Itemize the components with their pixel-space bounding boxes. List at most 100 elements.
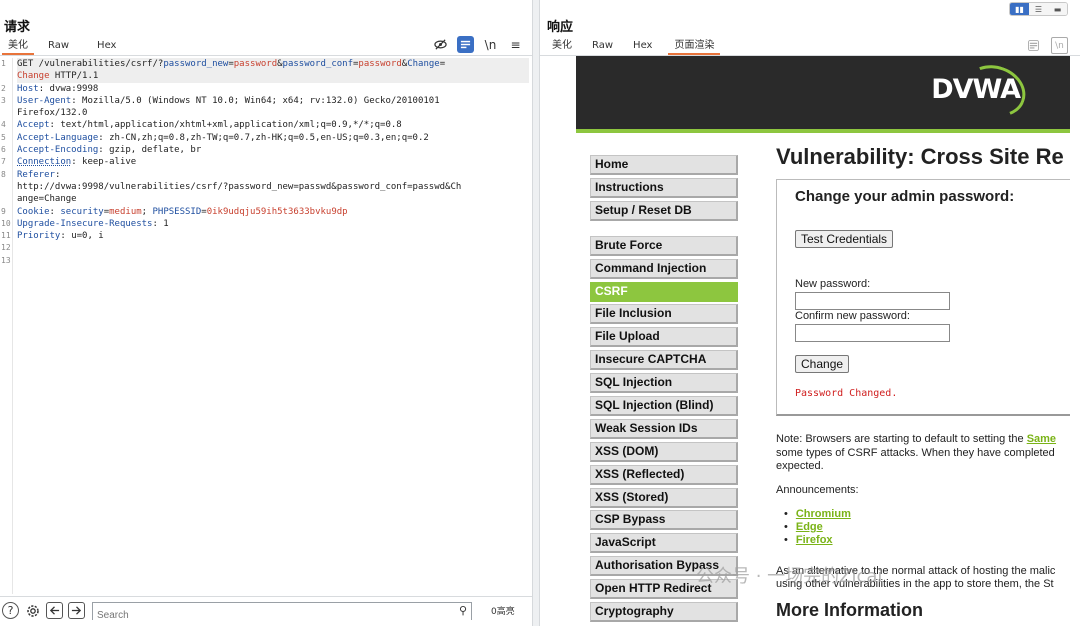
newline-toggle-icon[interactable]: \n xyxy=(1051,37,1068,54)
tab-raw[interactable]: Raw xyxy=(586,38,619,55)
code-token: Host xyxy=(17,83,39,94)
code-line[interactable]: Accept-Encoding: gzip, deflate, br xyxy=(17,144,529,156)
code-line[interactable]: Change HTTP/1.1 xyxy=(17,70,529,83)
menu-item-setup-reset-db[interactable]: Setup / Reset DB xyxy=(590,200,738,221)
layout-rows-button[interactable]: ☰ xyxy=(1029,3,1048,15)
menu-item-javascript[interactable]: JavaScript xyxy=(590,533,738,554)
chromium-link[interactable]: Chromium xyxy=(796,508,851,520)
settings-gear-icon[interactable] xyxy=(24,602,41,619)
code-token: : Mozilla/5.0 (Windows NT 10.0; Win64; x… xyxy=(71,95,440,106)
code-line[interactable]: User-Agent: Mozilla/5.0 (Windows NT 10.0… xyxy=(17,95,529,107)
code-token: : zh-CN,zh;q=0.8,zh-TW;q=0.7,zh-HK;q=0.5… xyxy=(98,132,429,143)
request-editor[interactable]: 1 2 3 4 5 6 7 8 9 10 11 12 13 GET /vulnerabilities/c… xyxy=(0,58,532,594)
code-token: GET /vulnerabilities/csrf/? xyxy=(17,59,164,69)
announcements-heading: Announcements: xyxy=(776,484,859,496)
menu-item-cryptography[interactable]: Cryptography xyxy=(590,602,738,623)
menu-item-home[interactable]: Home xyxy=(590,155,738,175)
forward-arrow-icon[interactable] xyxy=(68,602,85,619)
menu-item-xss-dom[interactable]: XSS (DOM) xyxy=(590,441,738,462)
menu-item-sql-injection-blind[interactable]: SQL Injection (Blind) xyxy=(590,396,738,417)
menu-item-xss-stored[interactable]: XSS (Stored) xyxy=(590,487,738,508)
tab-render[interactable]: 页面渲染 xyxy=(668,38,721,55)
menu-item-file-inclusion[interactable]: File Inclusion xyxy=(590,304,738,325)
code-line[interactable]: GET /vulnerabilities/csrf/?password_new =… xyxy=(17,58,529,71)
page-title: Vulnerability: Cross Site Re xyxy=(776,144,1064,169)
line-number: 8 xyxy=(1,169,6,179)
change-password-box: Change your admin password: Test Credent… xyxy=(776,179,1070,416)
pretty-print-icon[interactable] xyxy=(457,36,474,53)
announcement-links: Chromium Edge Firefox xyxy=(784,508,851,547)
change-button[interactable]: Change xyxy=(795,355,850,373)
tab-hex[interactable]: Hex xyxy=(91,38,122,55)
code-token: Change xyxy=(17,71,50,82)
rendered-page: DVWA Home Instructions Setup / Reset DB Bru… xyxy=(576,56,1070,626)
tab-raw[interactable]: Raw xyxy=(42,38,75,55)
newline-toggle-icon[interactable]: \n xyxy=(482,36,499,53)
code-token: : xyxy=(49,206,61,217)
line-number xyxy=(0,181,12,193)
menu-item-sql-injection[interactable]: SQL Injection xyxy=(590,373,738,394)
code-line[interactable]: Connection: keep-alive xyxy=(17,156,529,168)
tab-pretty[interactable]: 美化 xyxy=(2,38,34,55)
code-line[interactable]: Firefox/132.0 xyxy=(17,107,529,119)
menu-item-brute-force[interactable]: Brute Force xyxy=(590,235,738,256)
menu-icon[interactable]: ≡ xyxy=(507,36,524,53)
code-line[interactable] xyxy=(17,242,529,254)
code-line[interactable]: Host: dvwa:9998 xyxy=(17,83,529,95)
code-token: PHPSESSID xyxy=(152,206,202,217)
browser-note: Note: Browsers are starting to default t… xyxy=(776,433,1070,474)
code-token: : u=0, i xyxy=(60,231,104,242)
request-toolbar: \n ≡ xyxy=(432,36,524,53)
response-panel: ▮▮ ☰ ▬ 响应 美化 Raw Hex 页面渲染 \n ≡ DVWA Home… xyxy=(540,0,1080,626)
list-item: Edge xyxy=(784,521,851,534)
code-token: Accept xyxy=(17,120,50,131)
back-arrow-icon[interactable] xyxy=(46,602,63,619)
line-number: 1 xyxy=(1,59,6,68)
code-line[interactable]: ange=Change xyxy=(17,193,529,205)
code-token: : xyxy=(54,169,61,180)
code-line[interactable]: Referer: xyxy=(17,169,529,181)
line-number: 11 xyxy=(1,231,11,241)
code-line[interactable]: Cookie: security=medium; PHPSESSID=0ik9u… xyxy=(17,206,529,218)
editor-top-border xyxy=(0,55,532,56)
code-line[interactable]: Priority: u=0, i xyxy=(17,230,529,242)
search-field: ⚲ xyxy=(92,601,472,623)
code-token: Priority xyxy=(17,231,61,242)
pretty-print-icon[interactable] xyxy=(1025,37,1042,54)
help-icon[interactable]: ? xyxy=(2,602,19,619)
code-line[interactable]: http://dvwa:9998/vulnerabilities/csrf/?p… xyxy=(17,181,529,193)
search-input[interactable] xyxy=(93,607,471,623)
search-icon[interactable]: ⚲ xyxy=(459,604,467,617)
layout-tabs-button[interactable]: ▬ xyxy=(1048,3,1067,15)
eye-off-icon[interactable] xyxy=(432,36,449,53)
request-code[interactable]: GET /vulnerabilities/csrf/?password_new =… xyxy=(17,58,529,267)
menu-item-xss-reflected[interactable]: XSS (Reflected) xyxy=(590,464,738,485)
request-search-bar: ? ⚲ 0高亮 xyxy=(0,596,532,624)
code-line[interactable]: Accept-Language: zh-CN,zh;q=0.8,zh-TW;q=… xyxy=(17,132,529,144)
menu-item-weak-session-ids[interactable]: Weak Session IDs xyxy=(590,418,738,439)
code-line[interactable]: Upgrade-Insecure-Requests: 1 xyxy=(17,218,529,230)
samesite-link[interactable]: Same xyxy=(1027,433,1056,445)
code-token: User-Agent xyxy=(17,95,72,106)
menu-item-csrf[interactable]: CSRF xyxy=(590,281,738,302)
layout-columns-button[interactable]: ▮▮ xyxy=(1010,3,1029,15)
menu-item-insecure-captcha[interactable]: Insecure CAPTCHA xyxy=(590,350,738,371)
tab-hex[interactable]: Hex xyxy=(627,38,658,55)
dvwa-main: Vulnerability: Cross Site Re Change your… xyxy=(776,144,1070,416)
line-number: 6 xyxy=(1,145,6,155)
firefox-link[interactable]: Firefox xyxy=(796,534,833,546)
panel-splitter[interactable] xyxy=(532,0,540,626)
edge-link[interactable]: Edge xyxy=(796,521,823,533)
code-line[interactable] xyxy=(17,255,529,267)
test-credentials-button[interactable]: Test Credentials xyxy=(795,230,894,248)
dvwa-menu: Home Instructions Setup / Reset DB Brute Fo… xyxy=(590,155,740,625)
menu-item-file-upload[interactable]: File Upload xyxy=(590,327,738,348)
menu-item-command-injection[interactable]: Command Injection xyxy=(590,258,738,279)
menu-item-instructions[interactable]: Instructions xyxy=(590,177,738,198)
confirm-password-field[interactable] xyxy=(795,324,950,342)
new-password-field[interactable] xyxy=(795,292,950,310)
menu-item-csp-bypass[interactable]: CSP Bypass xyxy=(590,510,738,531)
tab-pretty[interactable]: 美化 xyxy=(546,38,578,55)
dvwa-logo: DVWA xyxy=(931,74,1021,105)
code-line[interactable]: Accept: text/html,application/xhtml+xml,… xyxy=(17,119,529,131)
